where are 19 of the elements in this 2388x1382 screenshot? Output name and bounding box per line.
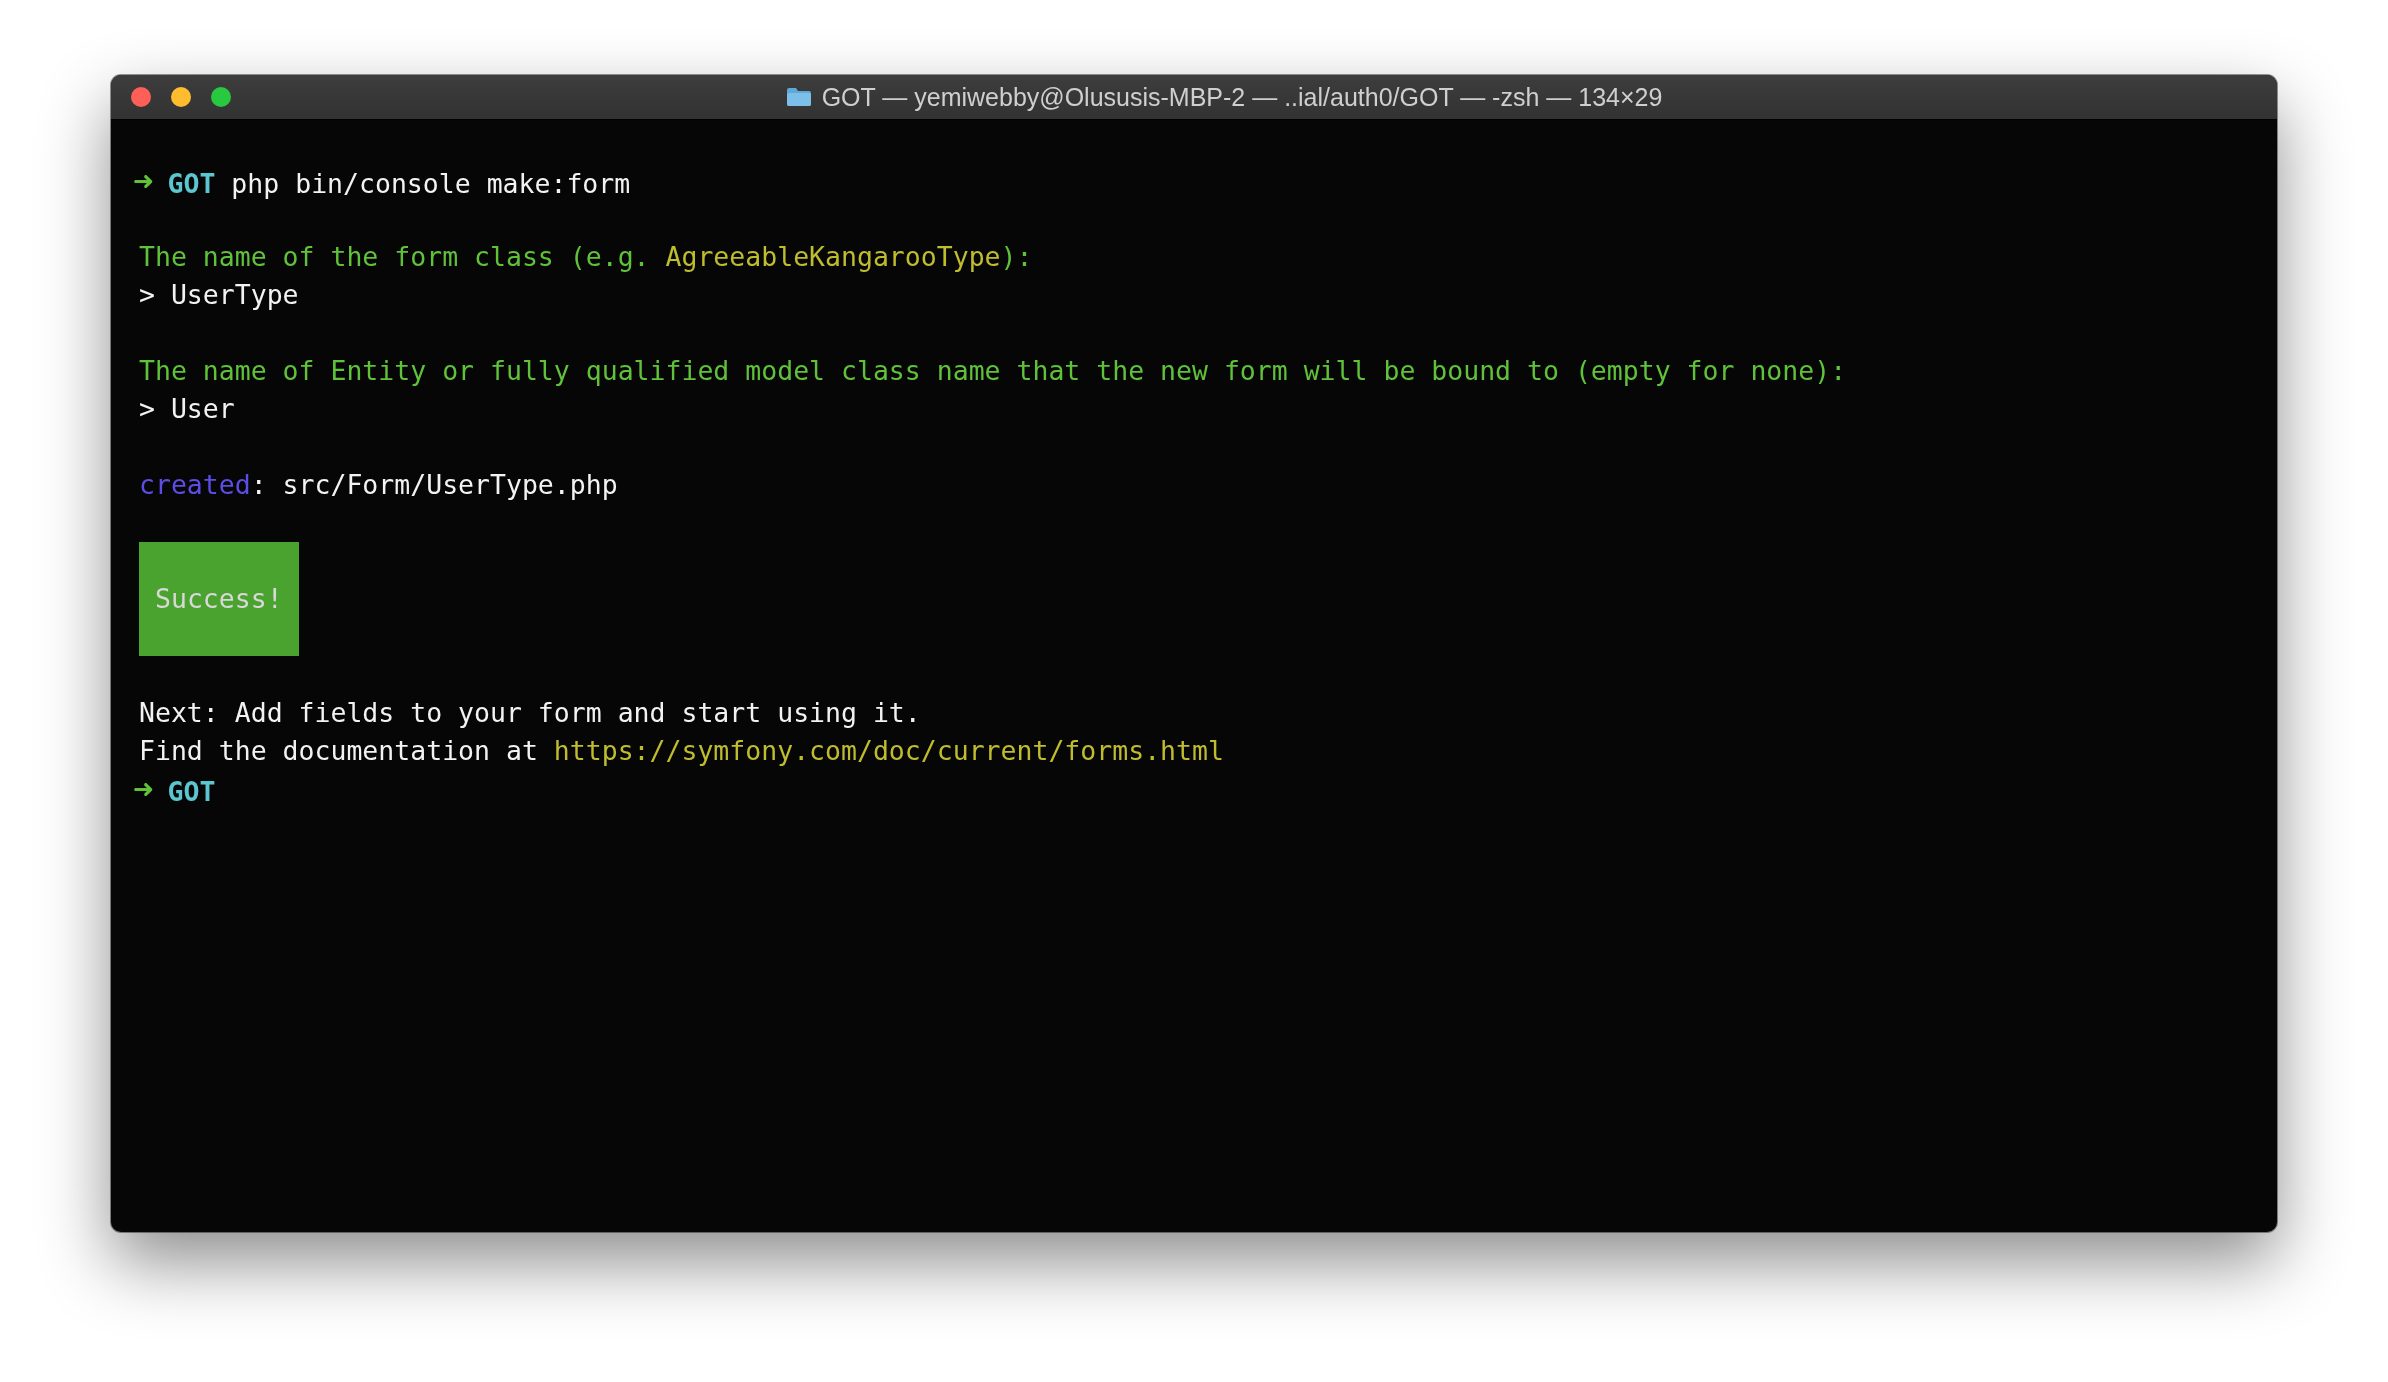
close-button[interactable] (131, 87, 151, 107)
success-banner: Success! (139, 542, 299, 656)
folder-icon (785, 87, 812, 107)
output-line: > UserType (139, 279, 299, 310)
output-line: The name of the form class (e.g. AgreeableKangarooType): (139, 241, 1033, 272)
output-line: Find the documentation at https://symfony.com/doc/current/forms.html (139, 735, 1224, 766)
prompt-directory: GOT (167, 776, 216, 807)
output-line: Next: Add fields to your form and start using it. (139, 697, 921, 728)
prompt-arrow: ➜ (133, 161, 154, 201)
prompt-directory: GOT (167, 168, 216, 199)
window-title: GOT — yemiwebby@Olususis-MBP-2 — ..ial/auth0/GOT — -zsh — 134×29 (821, 82, 1663, 112)
minimize-button[interactable] (171, 87, 191, 107)
output-line: created: src/Form/UserType.php (139, 469, 618, 500)
prompt-arrow: ➜ (133, 769, 154, 809)
output-line: > User (139, 393, 235, 424)
command-text: php bin/console make:form (231, 168, 631, 199)
output-line: The name of Entity or fully qualified model class name that the new form will be bound to (empty for none): (139, 355, 1847, 386)
documentation-link[interactable]: https://symfony.com/doc/current/forms.html (553, 735, 1224, 766)
zoom-button[interactable] (211, 87, 231, 107)
